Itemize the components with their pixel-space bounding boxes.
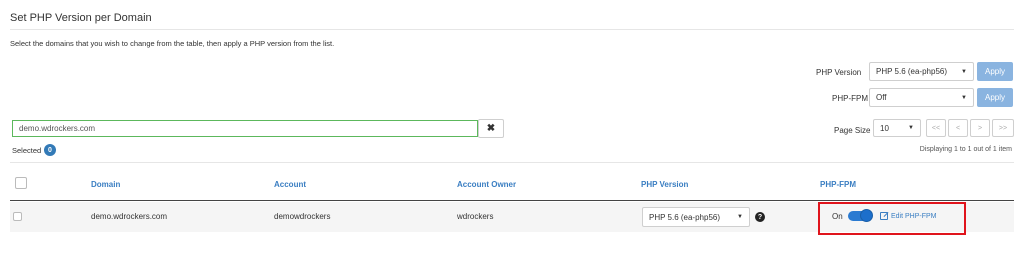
column-header-php-version[interactable]: PHP Version — [641, 180, 688, 189]
edit-php-fpm-label: Edit PHP-FPM — [891, 212, 937, 220]
table-header-divider — [10, 200, 1014, 201]
column-header-php-fpm[interactable]: PHP-FPM — [820, 180, 856, 189]
php-version-select-value: PHP 5.6 (ea-php56) — [876, 67, 948, 76]
row-php-version-select[interactable]: PHP 5.6 (ea-php56) ▼ — [642, 207, 750, 227]
pagination-info: Displaying 1 to 1 out of 1 item — [919, 146, 1012, 153]
search-input-value: demo.wdrockers.com — [19, 124, 96, 133]
title-divider — [10, 29, 1014, 30]
row-php-version-value: PHP 5.6 (ea-php56) — [649, 212, 721, 222]
select-all-checkbox[interactable] — [15, 177, 27, 189]
chevron-down-icon: ▼ — [961, 68, 967, 75]
chevron-down-icon: ▼ — [961, 94, 967, 101]
php-fpm-state-label: On — [832, 212, 843, 221]
close-icon: ✖ — [486, 123, 496, 134]
row-account: demowdrockers — [274, 212, 331, 221]
toggle-knob[interactable] — [860, 209, 873, 222]
clear-search-button[interactable]: ✖ — [478, 119, 504, 138]
next-page-button[interactable]: > — [970, 119, 990, 137]
page-title: Set PHP Version per Domain — [10, 12, 152, 24]
table-top-divider — [10, 162, 1014, 163]
domain-search-input[interactable]: demo.wdrockers.com — [12, 120, 478, 137]
edit-icon — [880, 212, 888, 220]
first-page-button[interactable]: << — [926, 119, 946, 137]
row-domain: demo.wdrockers.com — [91, 212, 168, 221]
apply-php-fpm-button[interactable]: Apply — [977, 88, 1013, 107]
chevron-down-icon: ▼ — [908, 125, 914, 131]
help-icon[interactable]: ? — [755, 212, 765, 222]
php-version-label: PHP Version — [816, 68, 862, 77]
edit-php-fpm-link[interactable]: Edit PHP-FPM — [880, 212, 937, 220]
php-version-select[interactable]: PHP 5.6 (ea-php56) ▼ — [869, 62, 974, 81]
chevron-down-icon: ▼ — [737, 214, 743, 220]
php-fpm-select-value: Off — [876, 93, 887, 102]
last-page-button[interactable]: >> — [992, 119, 1014, 137]
column-header-account-owner[interactable]: Account Owner — [457, 180, 516, 189]
php-fpm-select[interactable]: Off ▼ — [869, 88, 974, 107]
column-header-domain[interactable]: Domain — [91, 180, 120, 189]
selected-count-badge: 0 — [44, 144, 56, 156]
page-description: Select the domains that you wish to chan… — [10, 39, 335, 48]
selected-label: Selected — [12, 146, 42, 155]
page-size-select[interactable]: 10 ▼ — [873, 119, 921, 137]
apply-php-version-button[interactable]: Apply — [977, 62, 1013, 81]
php-fpm-label: PHP-FPM — [832, 94, 868, 103]
row-account-owner: wdrockers — [457, 212, 494, 221]
page-size-label: Page Size — [834, 126, 871, 135]
row-checkbox[interactable] — [13, 212, 22, 221]
prev-page-button[interactable]: < — [948, 119, 968, 137]
page-size-value: 10 — [880, 123, 889, 133]
column-header-account[interactable]: Account — [274, 180, 306, 189]
